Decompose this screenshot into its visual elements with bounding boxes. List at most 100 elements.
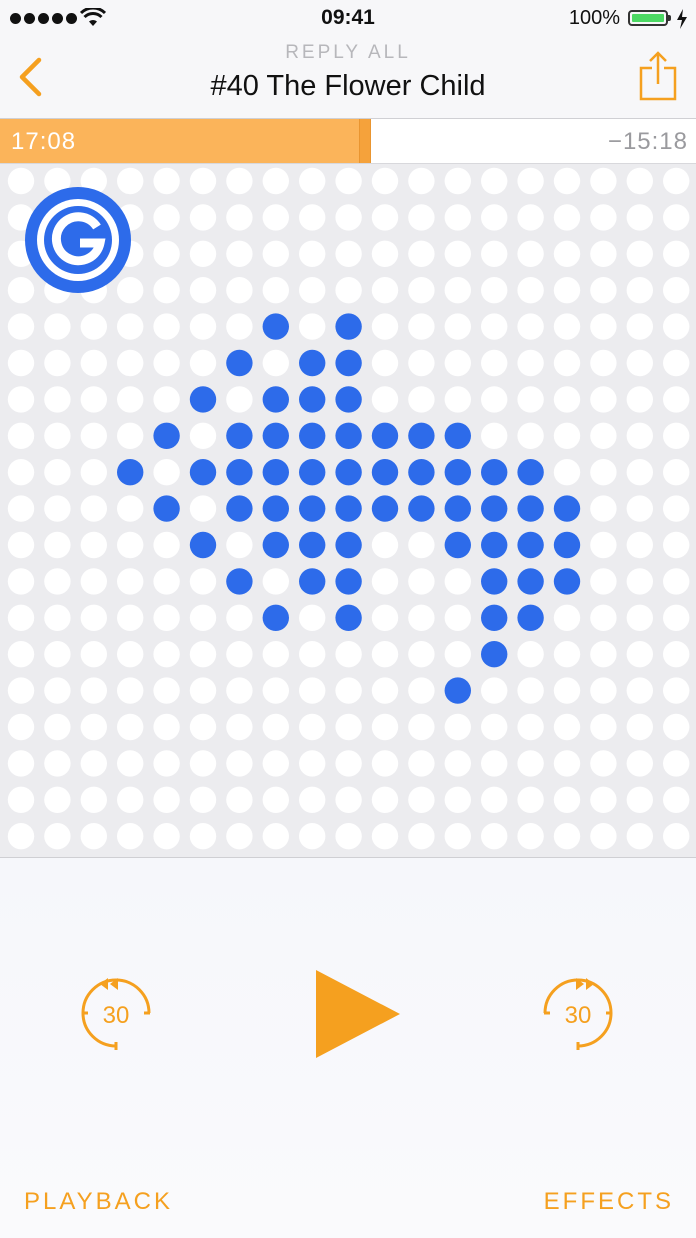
artwork-dot-filled xyxy=(299,531,326,559)
artwork-dot xyxy=(299,167,326,195)
artwork-dot xyxy=(517,240,544,267)
artwork-dot xyxy=(408,786,435,813)
skip-forward-button[interactable]: 30 xyxy=(540,972,616,1052)
episode-artwork xyxy=(0,164,696,858)
artwork-dot-filled xyxy=(517,495,544,522)
artwork-dot-filled xyxy=(517,568,544,595)
artwork-dot xyxy=(663,750,690,777)
artwork-dot xyxy=(590,568,617,595)
artwork-dot xyxy=(80,750,108,777)
artwork-dot xyxy=(663,713,690,741)
artwork-dot xyxy=(444,750,471,777)
artwork-dot xyxy=(189,349,217,377)
artwork-dot xyxy=(517,713,544,741)
artwork-dot xyxy=(299,750,326,777)
artwork-dot-filled xyxy=(553,568,581,595)
artwork-dot xyxy=(335,750,362,777)
artwork-dot xyxy=(553,750,581,777)
artwork-dot xyxy=(590,240,617,267)
artwork-dot xyxy=(553,204,581,231)
artwork-dot xyxy=(7,604,35,631)
artwork-dot xyxy=(189,713,217,741)
artwork-dot xyxy=(335,786,362,813)
artwork-dot xyxy=(408,568,435,595)
artwork-dot xyxy=(80,677,108,704)
artwork-dot xyxy=(226,204,253,231)
skip-back-button[interactable]: 30 xyxy=(78,972,154,1052)
effects-button[interactable]: EFFECTS xyxy=(544,1188,674,1216)
artwork-dot xyxy=(371,677,399,704)
artwork-dot xyxy=(553,713,581,741)
artwork-dot xyxy=(663,386,690,413)
artwork-dot-filled xyxy=(335,459,362,486)
artwork-dot xyxy=(80,386,108,413)
artwork-dot-filled xyxy=(371,422,399,449)
artwork-dot xyxy=(44,313,71,340)
artwork-dot xyxy=(626,204,653,231)
scrubber-handle[interactable] xyxy=(359,119,372,163)
artwork-dot xyxy=(481,823,508,850)
artwork-dot xyxy=(481,750,508,777)
artwork-dot-filled xyxy=(299,386,326,413)
artwork-dot xyxy=(626,459,653,486)
artwork-dot xyxy=(663,167,690,195)
artwork-dot xyxy=(371,277,399,304)
artwork-dot xyxy=(7,386,35,413)
artwork-dot xyxy=(7,459,35,486)
artwork-dot-filled xyxy=(335,422,362,449)
artwork-dot xyxy=(226,713,253,741)
artwork-dot xyxy=(7,713,35,741)
battery-percent: 100% xyxy=(568,7,620,29)
artwork-dot xyxy=(299,713,326,741)
playback-button[interactable]: PLAYBACK xyxy=(24,1188,173,1216)
artwork-dot xyxy=(590,713,617,741)
artwork-dot xyxy=(590,495,617,522)
artwork-dot xyxy=(626,568,653,595)
artwork-dot xyxy=(80,495,108,522)
artwork-dot-filled xyxy=(517,604,544,631)
artwork-dot xyxy=(80,313,108,340)
artwork-dot xyxy=(408,750,435,777)
artwork-dot-filled xyxy=(335,531,362,559)
artwork-dot xyxy=(481,677,508,704)
artwork-dot xyxy=(517,349,544,377)
artwork-dot-filled xyxy=(444,677,471,704)
artwork-dot xyxy=(444,349,471,377)
share-button[interactable] xyxy=(634,48,682,104)
artwork-dot xyxy=(153,204,180,231)
artwork-dot xyxy=(335,277,362,304)
artwork-dot xyxy=(590,677,617,704)
artwork-dot xyxy=(408,677,435,704)
artwork-dot xyxy=(626,823,653,850)
artwork-dot xyxy=(626,531,653,559)
artwork-dot xyxy=(626,677,653,704)
artwork-dot xyxy=(663,349,690,377)
artwork-dot xyxy=(7,568,35,595)
artwork-dot-filled xyxy=(299,459,326,486)
artwork-dot xyxy=(626,604,653,631)
artwork-dot-filled xyxy=(481,531,508,559)
artwork-dot xyxy=(335,240,362,267)
elapsed-time: 17:08 xyxy=(11,128,77,155)
artwork-dot xyxy=(153,277,180,304)
artwork-dot xyxy=(299,641,326,668)
artwork-dot xyxy=(517,277,544,304)
artwork-dot xyxy=(663,786,690,813)
artwork-dot-filled xyxy=(517,459,544,486)
artwork-dot xyxy=(153,750,180,777)
progress-scrubber[interactable]: 17:08 −15:18 xyxy=(0,119,696,164)
artwork-dot xyxy=(626,495,653,522)
artwork-dot xyxy=(117,349,144,377)
artwork-dot xyxy=(44,786,71,813)
artwork-dot xyxy=(226,531,253,559)
artwork-dot xyxy=(517,786,544,813)
artwork-dot xyxy=(226,641,253,668)
artwork-dot xyxy=(299,823,326,850)
artwork-dot xyxy=(189,313,217,340)
artwork-dot xyxy=(553,459,581,486)
nav-bar: REPLY ALL #40 The Flower Child xyxy=(0,40,696,119)
artwork-dot xyxy=(481,313,508,340)
artwork-dot xyxy=(590,313,617,340)
play-button[interactable] xyxy=(308,966,408,1062)
artwork-dot xyxy=(117,422,144,449)
